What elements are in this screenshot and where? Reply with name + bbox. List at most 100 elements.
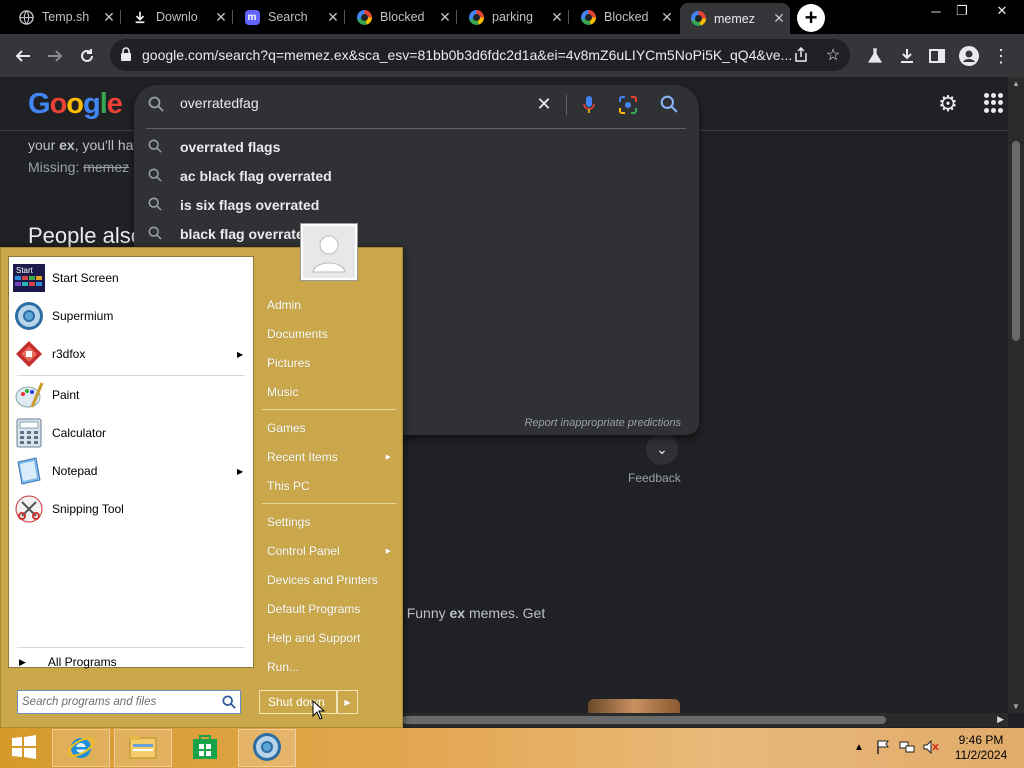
taskbar-store[interactable] xyxy=(176,729,234,767)
google-apps-icon[interactable] xyxy=(984,93,1004,113)
result-thumbnail[interactable] xyxy=(588,699,680,713)
r3dfox-icon xyxy=(13,338,45,370)
windows-logo-icon xyxy=(11,734,37,763)
start-item-control-panel[interactable]: Control Panel ▶ xyxy=(260,538,397,564)
close-icon[interactable]: ✕ xyxy=(546,9,568,26)
show-hidden-icons-chevron-icon[interactable]: ▲ xyxy=(850,738,868,756)
volume-muted-icon[interactable] xyxy=(922,738,940,756)
network-icon[interactable] xyxy=(898,738,916,756)
all-programs-button[interactable]: ▶ All Programs xyxy=(19,655,117,669)
paint-icon xyxy=(13,379,45,411)
start-item-music[interactable]: Music xyxy=(260,379,397,405)
system-clock[interactable]: 9:46 PM 11/2/2024 xyxy=(946,733,1016,763)
program-calculator[interactable]: Calculator xyxy=(13,415,251,451)
bookmark-star-icon[interactable]: ☆ xyxy=(822,45,844,65)
vertical-scrollbar[interactable]: ▲ ▼ xyxy=(1008,77,1024,713)
google-logo[interactable]: Google xyxy=(28,88,123,121)
scroll-thumb[interactable] xyxy=(402,716,886,724)
submenu-arrow-icon: ▶ xyxy=(385,548,391,555)
search-icon xyxy=(148,226,164,242)
horizontal-scrollbar[interactable]: ▶ xyxy=(400,713,1008,727)
program-paint[interactable]: Paint xyxy=(13,377,251,413)
taskbar-internet-explorer[interactable] xyxy=(52,729,110,767)
taskbar-file-explorer[interactable] xyxy=(114,729,172,767)
settings-gear-icon[interactable]: ⚙ xyxy=(936,91,960,116)
start-item-this-pc[interactable]: This PC xyxy=(260,473,397,499)
tab-blocked[interactable]: Blocked ✕ xyxy=(346,2,457,32)
program-label: Paint xyxy=(52,388,80,402)
scroll-thumb[interactable] xyxy=(1012,141,1020,341)
suggestion-text: overrated flags xyxy=(180,139,281,155)
back-arrow-icon[interactable] xyxy=(8,41,38,71)
start-item-help-and-support[interactable]: Help and Support xyxy=(260,625,397,651)
suggestion-item[interactable]: is six flags overrated xyxy=(134,191,699,220)
snipping-tool-icon xyxy=(13,493,45,525)
taskbar-supermium[interactable] xyxy=(238,729,296,767)
google-icon xyxy=(468,9,484,25)
report-predictions-link[interactable]: Report inappropriate predictions xyxy=(524,417,681,429)
tab-parking[interactable]: parking ✕ xyxy=(458,2,569,32)
program-r3dfox[interactable]: r3dfox ▶ xyxy=(13,336,251,372)
search-icon[interactable] xyxy=(222,695,236,709)
search-input[interactable]: overratedfag xyxy=(180,95,259,111)
supermium-icon xyxy=(252,732,282,765)
suggestion-item[interactable]: overrated flags xyxy=(134,133,699,162)
downloads-icon[interactable] xyxy=(892,41,922,71)
suggestion-item[interactable]: ac black flag overrated xyxy=(134,162,699,191)
start-item-default-programs[interactable]: Default Programs xyxy=(260,596,397,622)
start-item-settings[interactable]: Settings xyxy=(260,509,397,535)
start-search-input[interactable] xyxy=(22,694,214,710)
close-window-icon[interactable]: ✕ xyxy=(986,0,1018,22)
start-tile-text: Start xyxy=(16,266,34,275)
google-icon xyxy=(690,11,706,27)
action-center-flag-icon[interactable] xyxy=(874,738,892,756)
start-button[interactable] xyxy=(0,729,48,767)
search-submit-icon[interactable] xyxy=(660,95,680,115)
new-tab-button[interactable]: + xyxy=(797,4,825,32)
close-icon[interactable]: ✕ xyxy=(98,9,120,26)
user-avatar[interactable] xyxy=(301,224,357,280)
close-icon[interactable]: ✕ xyxy=(434,9,456,26)
close-icon[interactable]: ✕ xyxy=(768,10,790,27)
start-item-devices-and-printers[interactable]: Devices and Printers xyxy=(260,567,397,593)
start-search-box[interactable] xyxy=(17,690,241,714)
close-icon[interactable]: ✕ xyxy=(210,9,232,26)
program-start-screen[interactable]: Start Start Screen xyxy=(13,260,251,296)
start-item-run[interactable]: Run... xyxy=(260,654,397,680)
google-lens-icon[interactable] xyxy=(618,95,638,115)
labs-flask-icon[interactable] xyxy=(860,41,890,71)
reload-icon[interactable] xyxy=(72,41,102,71)
start-item-games[interactable]: Games xyxy=(260,415,397,441)
shut-down-options-arrow-icon[interactable]: ▶ xyxy=(337,690,358,714)
tab-search[interactable]: m Search ✕ xyxy=(234,2,345,32)
side-panel-icon[interactable] xyxy=(922,41,952,71)
restore-icon[interactable]: ❐ xyxy=(946,0,978,22)
close-icon[interactable]: ✕ xyxy=(322,9,344,26)
tab-memez-active[interactable]: memez ✕ xyxy=(680,3,790,34)
clear-search-icon[interactable]: ✕ xyxy=(534,94,554,114)
kebab-menu-icon[interactable]: ⋮ xyxy=(986,41,1016,71)
program-notepad[interactable]: Notepad ▶ xyxy=(13,453,251,489)
tab-temp-sh[interactable]: Temp.sh ✕ xyxy=(8,2,121,32)
profile-avatar-icon[interactable] xyxy=(954,41,984,71)
start-item-documents[interactable]: Documents xyxy=(260,321,397,347)
start-item-recent-items[interactable]: Recent Items ▶ xyxy=(260,444,397,470)
address-bar[interactable]: google.com/search?q=memez.ex&sca_esv=81b… xyxy=(110,39,850,71)
start-item-pictures[interactable]: Pictures xyxy=(260,350,397,376)
microphone-icon[interactable] xyxy=(582,94,596,116)
program-label: Start Screen xyxy=(52,271,119,285)
start-item-admin[interactable]: Admin xyxy=(260,292,397,318)
program-supermium[interactable]: Supermium xyxy=(13,298,251,334)
store-icon xyxy=(191,733,219,764)
program-snipping-tool[interactable]: Snipping Tool xyxy=(13,491,251,527)
close-icon[interactable]: ✕ xyxy=(656,9,678,26)
lock-icon[interactable] xyxy=(120,47,134,63)
tab-download[interactable]: Downlo ✕ xyxy=(122,2,233,32)
submenu-arrow-icon: ▶ xyxy=(237,349,244,359)
suggestion-item[interactable]: black flag overrated reddit xyxy=(134,220,699,249)
share-icon[interactable] xyxy=(790,45,812,65)
feedback-link[interactable]: Feedback xyxy=(628,471,681,485)
forward-arrow-icon[interactable] xyxy=(40,41,70,71)
tab-blocked-2[interactable]: Blocked ✕ xyxy=(570,2,678,32)
chevron-down-icon[interactable]: ⌄ xyxy=(646,433,678,465)
